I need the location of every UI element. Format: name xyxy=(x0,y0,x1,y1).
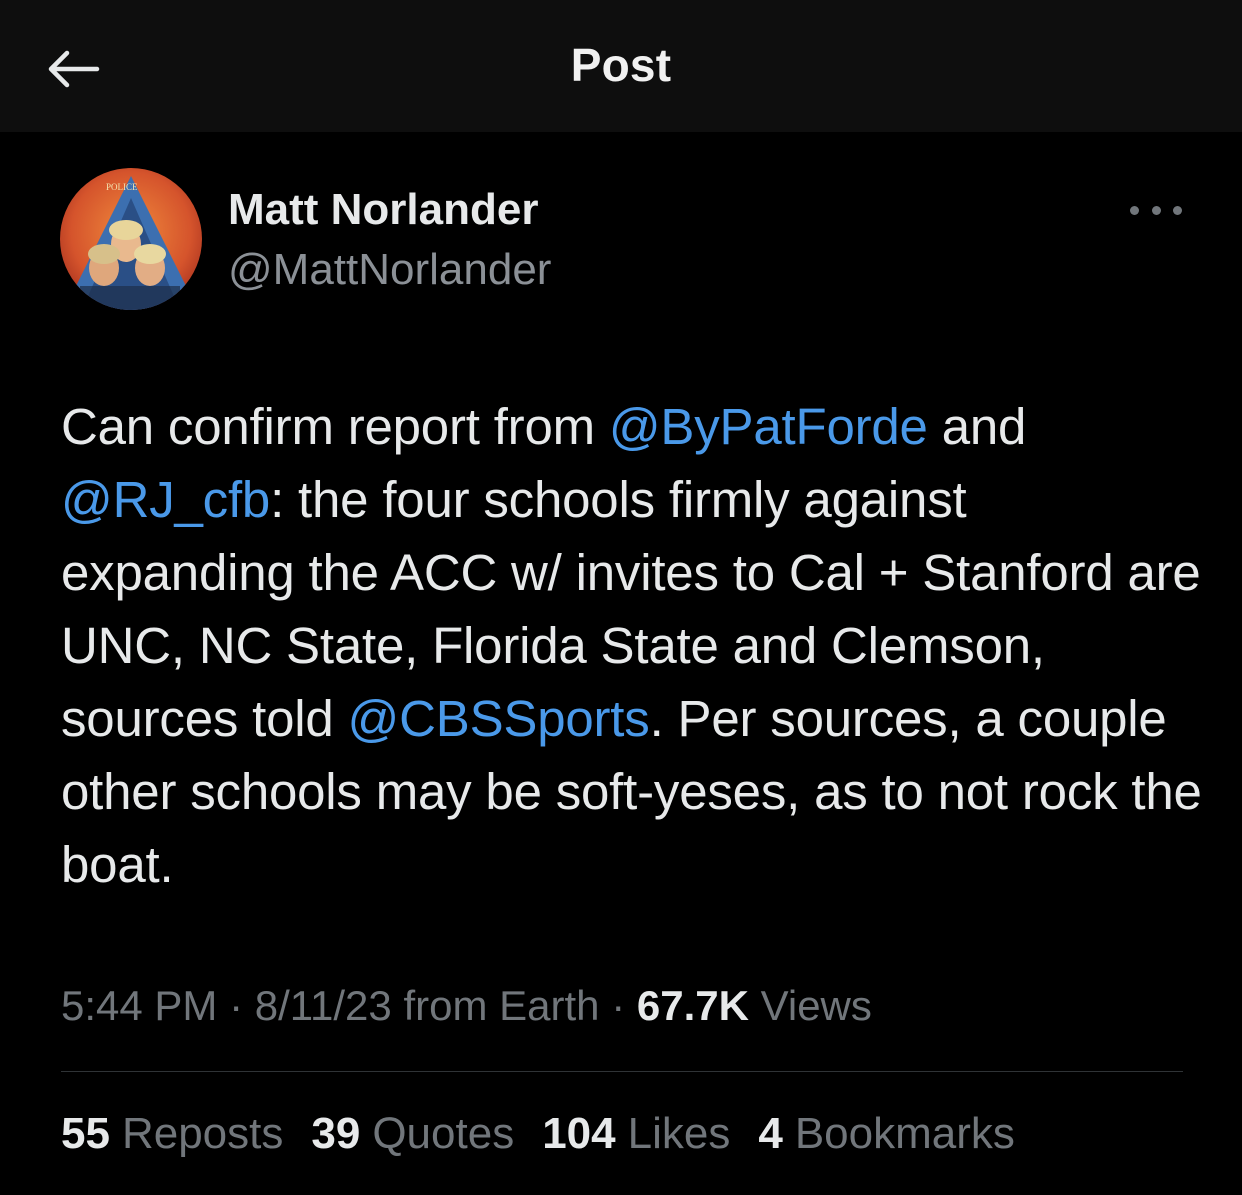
stat-label: Likes xyxy=(627,1109,731,1158)
mention-link[interactable]: @ByPatForde xyxy=(609,398,928,455)
post-text-segment: and xyxy=(927,398,1027,455)
divider xyxy=(61,1071,1183,1072)
engagement-stats: 55 Reposts 39 Quotes 104 Likes 4 Bookmarks xyxy=(61,1106,1015,1162)
post-source: from Earth xyxy=(403,982,600,1029)
top-bar: Post xyxy=(0,0,1242,132)
author-info: Matt Norlander @MattNorlander xyxy=(228,184,551,296)
stat-label: Reposts xyxy=(121,1109,284,1158)
post-text: Can confirm report from @ByPatForde and … xyxy=(61,390,1211,901)
more-options-button[interactable] xyxy=(1130,196,1182,224)
stat-count: 55 xyxy=(61,1109,110,1158)
stat-reposts[interactable]: 55 Reposts xyxy=(61,1106,283,1162)
mention-link[interactable]: @CBSSports xyxy=(348,690,650,747)
post-text-segment: Can confirm report from xyxy=(61,398,609,455)
ellipsis-icon xyxy=(1173,205,1182,215)
stat-count: 39 xyxy=(311,1109,361,1158)
avatar-logo-text: POLICE xyxy=(106,182,138,192)
meta-separator: · xyxy=(229,982,244,1029)
page-title: Post xyxy=(570,39,672,91)
avatar[interactable]: POLICE xyxy=(60,168,202,310)
views-label[interactable]: Views xyxy=(761,982,872,1029)
mention-link[interactable]: @RJ_cfb xyxy=(61,471,270,528)
ellipsis-icon xyxy=(1151,205,1161,215)
profile-avatar: POLICE xyxy=(60,168,202,310)
stat-label: Quotes xyxy=(372,1109,515,1158)
stat-bookmarks[interactable]: 4 Bookmarks xyxy=(758,1106,1015,1162)
post-date[interactable]: 8/11/23 xyxy=(255,982,392,1029)
post-meta: 5:44 PM · 8/11/23 from Earth · 67.7K Vie… xyxy=(61,980,872,1032)
stat-count: 104 xyxy=(542,1109,616,1158)
meta-separator: · xyxy=(611,982,626,1029)
post-time[interactable]: 5:44 PM xyxy=(61,982,217,1029)
stat-label: Bookmarks xyxy=(794,1109,1015,1158)
stat-likes[interactable]: 104 Likes xyxy=(542,1106,730,1162)
stat-count: 4 xyxy=(758,1109,783,1158)
ellipsis-icon xyxy=(1130,205,1139,215)
author-handle[interactable]: @MattNorlander xyxy=(228,244,551,296)
author-name[interactable]: Matt Norlander xyxy=(228,184,551,236)
stat-quotes[interactable]: 39 Quotes xyxy=(311,1106,514,1162)
views-count[interactable]: 67.7K xyxy=(637,982,749,1029)
